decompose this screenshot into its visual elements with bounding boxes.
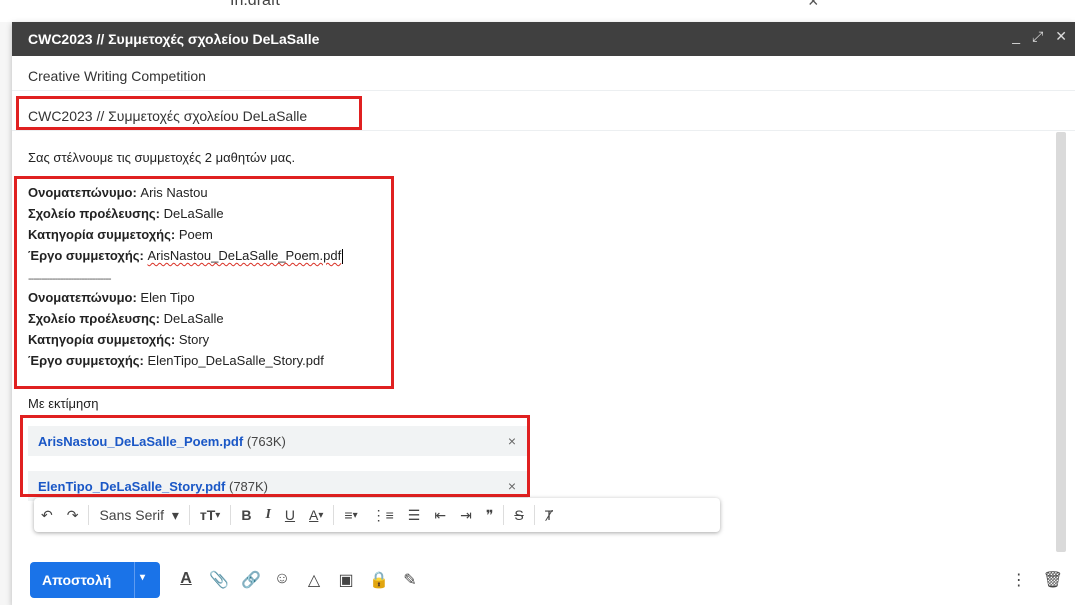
italic-icon[interactable]: I — [258, 507, 277, 523]
compose-titlebar[interactable]: CWC2023 // Συμμετοχές σχολείου DeLaSalle… — [12, 22, 1075, 56]
background-close-icon: × — [808, 0, 819, 11]
formatting-toolbar: ↶ ↷ Sans Serif ▾ ᴛT ▾ B I U A ▾ ≡ ▾ ⋮≡ ☰ ⇤ … — [34, 498, 720, 532]
more-options-icon[interactable]: ⋮ — [1011, 570, 1027, 590]
toolbar-divider — [533, 505, 535, 525]
font-family-label: Sans Serif — [99, 507, 165, 523]
minimize-icon[interactable]: _ — [1012, 28, 1020, 45]
drive-icon[interactable]: △ — [305, 570, 323, 590]
formatting-options-icon[interactable]: A — [177, 570, 195, 590]
toolbar-divider — [188, 505, 190, 525]
toolbar-divider — [333, 505, 335, 525]
compose-title: CWC2023 // Συμμετοχές σχολείου DeLaSalle — [28, 31, 320, 47]
toolbar-divider — [88, 505, 90, 525]
insert-link-icon[interactable]: 🔗 — [241, 570, 261, 590]
align-button[interactable]: ≡ ▾ — [337, 507, 364, 523]
redo-icon[interactable]: ↷ — [60, 507, 86, 524]
font-size-button[interactable]: ᴛT ▾ — [193, 507, 227, 523]
toolbar-divider — [230, 505, 232, 525]
compose-window: CWC2023 // Συμμετοχές σχολείου DeLaSalle… — [12, 22, 1075, 605]
intro-line: Σας στέλνουμε τις συμμετοχές 2 μαθητών μ… — [28, 150, 296, 165]
attach-file-icon[interactable]: 📎 — [209, 570, 229, 590]
undo-icon[interactable]: ↶ — [34, 507, 60, 524]
send-options-icon[interactable]: ▾ — [140, 572, 145, 583]
strikethrough-icon[interactable]: S — [507, 507, 530, 523]
indent-more-icon[interactable]: ⇥ — [453, 507, 479, 524]
send-label: Αποστολή — [42, 572, 112, 588]
text-color-icon: A — [309, 507, 319, 523]
numbered-list-icon[interactable]: ⋮≡ — [365, 507, 401, 524]
closing-line: Με εκτίμηση — [28, 396, 99, 411]
compose-bottom-bar: Αποστολή ▾ A 📎 🔗 ☺ △ ▣ 🔒 ✎ ⋮ 🗑 — [12, 558, 1075, 605]
emoji-icon[interactable]: ☺ — [273, 570, 291, 590]
highlight-subject — [16, 96, 362, 130]
body-scrollbar[interactable] — [1056, 132, 1066, 552]
indent-less-icon[interactable]: ⇤ — [427, 507, 453, 524]
highlight-entries — [14, 176, 394, 389]
send-button[interactable]: Αποστολή ▾ — [30, 562, 160, 598]
delete-icon[interactable]: 🗑 — [1043, 570, 1063, 590]
chevron-down-icon: ▾ — [215, 509, 221, 521]
text-color-button[interactable]: A ▾ — [302, 507, 330, 523]
insert-photo-icon[interactable]: ▣ — [337, 570, 355, 590]
bulleted-list-icon[interactable]: ☰ — [401, 507, 428, 524]
expand-icon[interactable]: ⤢ — [1032, 28, 1043, 45]
background-edge — [0, 22, 12, 605]
send-divider — [134, 562, 135, 598]
signature-icon[interactable]: ✎ — [401, 570, 419, 590]
underline-icon[interactable]: U — [278, 507, 302, 523]
confidential-mode-icon[interactable]: 🔒 — [369, 570, 389, 590]
align-icon: ≡ — [344, 507, 353, 523]
background-window-strip: In.draft × — [0, 0, 1075, 22]
text-size-icon: ᴛT — [199, 507, 216, 523]
clear-formatting-icon[interactable]: Ⱦ — [538, 507, 561, 523]
chevron-down-icon: ▾ — [318, 509, 324, 521]
quote-icon[interactable]: ❞ — [479, 507, 501, 524]
close-icon[interactable]: ✕ — [1055, 28, 1067, 45]
bold-icon[interactable]: B — [234, 507, 258, 523]
background-draft-fragment: In.draft — [230, 0, 280, 9]
font-family-select[interactable]: Sans Serif ▾ — [92, 507, 185, 524]
chevron-down-icon: ▾ — [171, 506, 179, 523]
toolbar-divider — [503, 505, 505, 525]
recipients-field[interactable]: Creative Writing Competition — [12, 60, 1075, 91]
chevron-down-icon: ▾ — [352, 509, 358, 521]
recipient-chip[interactable]: Creative Writing Competition — [28, 68, 206, 84]
highlight-attachments — [20, 415, 530, 497]
